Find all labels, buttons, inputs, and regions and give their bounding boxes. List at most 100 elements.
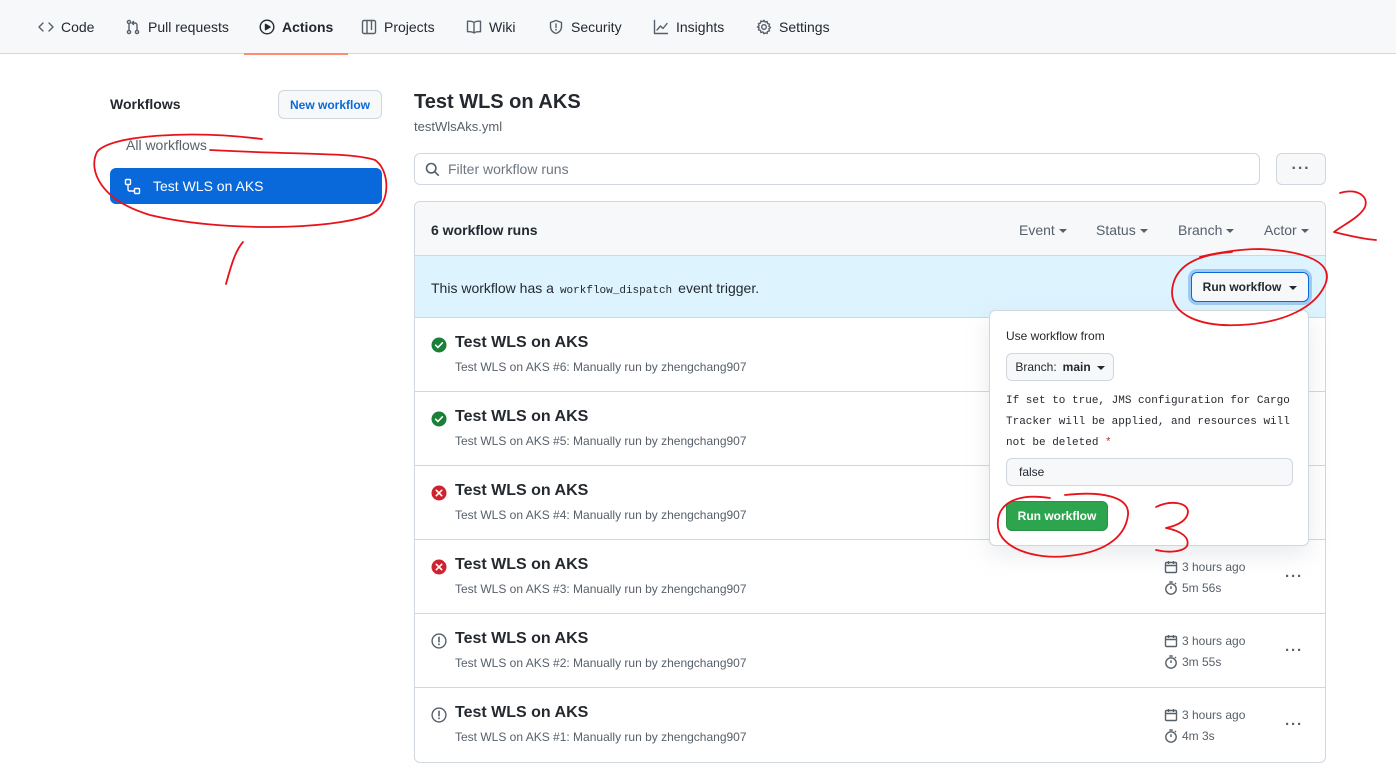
branch-select-button[interactable]: Branch: main (1006, 353, 1114, 381)
workflow-icon (124, 178, 141, 194)
filter-event-label: Event (1019, 222, 1055, 238)
workflow-file-link[interactable]: testWlsAks.yml (414, 119, 502, 134)
stopwatch-icon (1165, 729, 1177, 743)
run-subtitle: Test WLS on AKS #1: Manually run by zhen… (455, 730, 747, 744)
run-workflow-dropdown-label: Run workflow (1202, 280, 1282, 294)
repo-nav: Code Pull requests Actions Projects Wiki… (0, 0, 1396, 55)
run-duration-text: 5m 56s (1182, 581, 1222, 595)
run-more-button[interactable]: ··· (1285, 642, 1303, 659)
sidebar-item-test-wls-on-aks[interactable]: Test WLS on AKS (110, 168, 382, 204)
tab-wiki[interactable]: Wiki (466, 0, 515, 54)
caret-down-icon (1226, 229, 1235, 233)
tab-code[interactable]: Code (38, 0, 94, 54)
workflow-run-row[interactable]: Test WLS on AKS Test WLS on AKS #2: Manua… (415, 614, 1325, 688)
filter-actor-label: Actor (1264, 222, 1297, 238)
run-time-text: 3 hours ago (1182, 560, 1246, 574)
dispatch-banner: This workflow has a workflow_dispatch ev… (415, 256, 1325, 318)
sidebar-item-all-workflows[interactable]: All workflows (126, 137, 207, 153)
stopwatch-icon (1165, 581, 1177, 595)
calendar-icon (1164, 709, 1178, 722)
filter-branch-dropdown[interactable]: Branch (1178, 222, 1235, 238)
run-duration: 4m 3s (1164, 729, 1215, 743)
failure-x-icon (431, 559, 447, 575)
gear-icon (756, 19, 772, 35)
filter-branch-label: Branch (1178, 222, 1223, 238)
dispatch-code: workflow_dispatch (559, 285, 673, 297)
run-more-button[interactable]: ··· (1285, 716, 1303, 733)
run-workflow-dropdown-button[interactable]: Run workflow (1191, 272, 1309, 302)
run-title[interactable]: Test WLS on AKS (455, 334, 588, 352)
caret-down-icon (1139, 229, 1148, 233)
run-workflow-popover: Use workflow from Branch: main If set to … (989, 310, 1309, 546)
dispatch-text: This workflow has a workflow_dispatch ev… (431, 280, 759, 297)
caret-down-icon (1058, 229, 1067, 233)
filter-runs-input[interactable] (448, 161, 1228, 177)
run-time: 3 hours ago (1164, 560, 1245, 574)
cancelled-alert-icon (431, 633, 447, 649)
tab-security[interactable]: Security (548, 0, 622, 54)
run-title[interactable]: Test WLS on AKS (455, 408, 588, 426)
run-time-text: 3 hours ago (1182, 634, 1246, 648)
shield-icon (549, 19, 563, 35)
runs-count: 6 workflow runs (431, 222, 538, 238)
input-description: If set to true, JMS configuration for Ca… (1006, 391, 1298, 454)
tab-actions[interactable]: Actions (243, 0, 349, 55)
branch-prefix: Branch: (1015, 360, 1057, 374)
graph-icon (653, 19, 669, 35)
tab-projects-label: Projects (384, 19, 435, 35)
jms-config-input[interactable] (1006, 458, 1293, 486)
tab-insights-label: Insights (676, 19, 725, 35)
caret-down-icon (1289, 286, 1298, 290)
page-title: Test WLS on AKS (414, 91, 581, 113)
run-duration: 5m 56s (1164, 581, 1221, 595)
cancelled-alert-icon (431, 707, 447, 723)
search-icon (425, 162, 440, 176)
tab-insights[interactable]: Insights (653, 0, 724, 54)
run-subtitle: Test WLS on AKS #5: Manually run by zhen… (455, 434, 747, 448)
annotation-number-1 (225, 241, 244, 285)
calendar-icon (1164, 635, 1178, 648)
run-title[interactable]: Test WLS on AKS (455, 704, 588, 722)
use-workflow-from-label: Use workflow from (1006, 329, 1105, 343)
tab-pull-requests[interactable]: Pull requests (125, 0, 229, 54)
tab-projects[interactable]: Projects (361, 0, 435, 54)
run-duration: 3m 55s (1164, 655, 1221, 669)
branch-name: main (1062, 360, 1091, 374)
workflow-run-row[interactable]: Test WLS on AKS Test WLS on AKS #1: Manua… (415, 688, 1325, 762)
run-workflow-submit-button[interactable]: Run workflow (1006, 501, 1108, 531)
sidebar-title: Workflows (110, 96, 181, 112)
run-subtitle: Test WLS on AKS #3: Manually run by zhen… (455, 582, 747, 596)
stopwatch-icon (1165, 655, 1177, 669)
filter-actor-dropdown[interactable]: Actor (1264, 222, 1309, 238)
tab-settings[interactable]: Settings (756, 0, 830, 54)
caret-down-icon (1096, 366, 1105, 370)
more-options-button[interactable]: ··· (1276, 153, 1326, 185)
run-subtitle: Test WLS on AKS #6: Manually run by zhen… (455, 360, 747, 374)
calendar-icon (1164, 561, 1178, 574)
input-description-text: If set to true, JMS configuration for Ca… (1006, 395, 1290, 449)
filter-status-label: Status (1096, 222, 1136, 238)
filter-status-dropdown[interactable]: Status (1096, 222, 1148, 238)
run-time: 3 hours ago (1164, 634, 1245, 648)
tab-code-label: Code (61, 19, 95, 35)
run-title[interactable]: Test WLS on AKS (455, 630, 588, 648)
workflow-run-row[interactable]: Test WLS on AKS Test WLS on AKS #3: Manua… (415, 540, 1325, 614)
success-check-icon (431, 337, 447, 353)
run-time-text: 3 hours ago (1182, 708, 1246, 722)
new-workflow-button[interactable]: New workflow (278, 90, 382, 119)
caret-down-icon (1300, 229, 1309, 233)
runs-header: 6 workflow runs Event Status Branch Acto… (415, 202, 1325, 256)
run-duration-text: 3m 55s (1182, 655, 1222, 669)
filter-event-dropdown[interactable]: Event (1019, 222, 1067, 238)
run-title[interactable]: Test WLS on AKS (455, 482, 588, 500)
tab-pull-requests-label: Pull requests (148, 19, 229, 35)
required-mark: * (1105, 437, 1112, 449)
run-subtitle: Test WLS on AKS #4: Manually run by zhen… (455, 508, 747, 522)
tab-wiki-label: Wiki (489, 19, 516, 35)
book-icon (466, 20, 482, 34)
run-title[interactable]: Test WLS on AKS (455, 556, 588, 574)
filter-box (414, 153, 1260, 185)
run-more-button[interactable]: ··· (1285, 568, 1303, 585)
annotation-number-2 (1333, 190, 1377, 241)
pull-request-icon (126, 19, 140, 35)
